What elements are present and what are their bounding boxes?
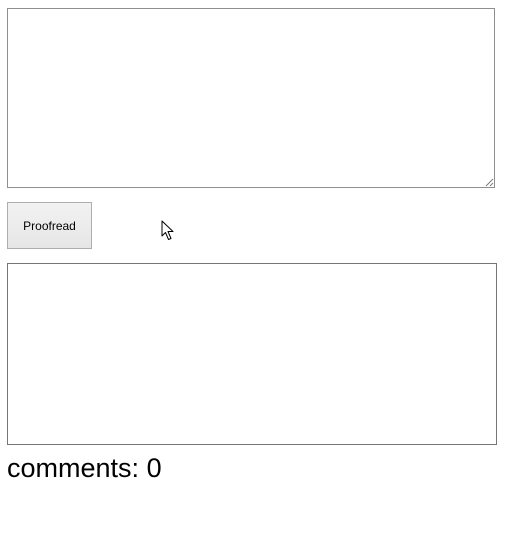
input-textarea[interactable] <box>7 8 495 188</box>
resize-handle-icon[interactable] <box>484 177 494 187</box>
mouse-pointer-icon <box>161 220 174 240</box>
comments-label: comments: <box>7 453 140 483</box>
comments-counter: comments: 0 <box>7 452 162 485</box>
comments-count: 0 <box>146 453 162 483</box>
output-panel <box>7 263 497 445</box>
proofread-button[interactable]: Proofread <box>7 202 92 249</box>
